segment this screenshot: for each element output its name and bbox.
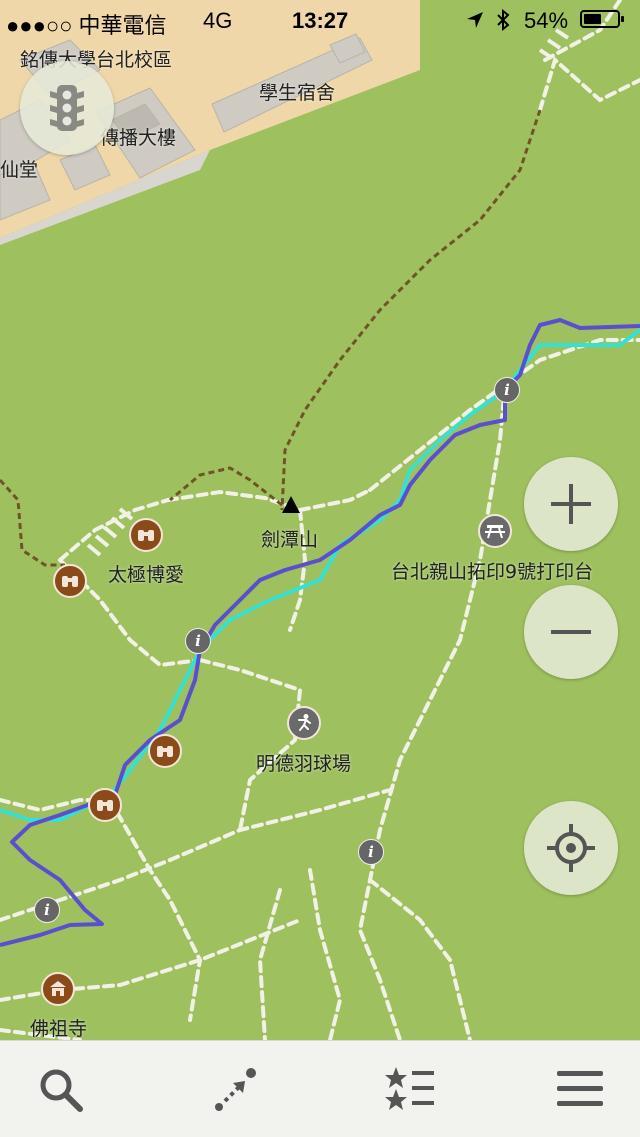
- label-badminton: 明德羽球場: [256, 753, 352, 775]
- time-label: 13:27: [292, 8, 349, 33]
- info-icon[interactable]: i: [185, 628, 211, 654]
- binoculars-icon[interactable]: [53, 564, 87, 598]
- picnic-table-icon[interactable]: [478, 514, 512, 548]
- battery-percent: 54%: [524, 8, 569, 33]
- zoom-in-button[interactable]: [524, 457, 618, 551]
- crosshair-icon: [547, 824, 595, 872]
- label-xiantang: 仙堂: [0, 159, 39, 181]
- sport-icon[interactable]: [287, 706, 321, 740]
- binoculars-icon[interactable]: [148, 734, 182, 768]
- label-temple: 佛祖寺: [30, 1018, 88, 1040]
- label-peak: 劍潭山: [261, 529, 319, 551]
- label-broadcast: 傳播大樓: [100, 127, 177, 149]
- locate-button[interactable]: [524, 801, 618, 895]
- battery-icon: [580, 10, 624, 28]
- search-icon: [40, 1069, 83, 1112]
- label-taiji: 太極博愛: [108, 564, 185, 586]
- traffic-light-icon: [50, 85, 84, 131]
- info-icon[interactable]: i: [358, 839, 384, 865]
- label-stamp: 台北親山拓印9號打印台: [391, 561, 594, 583]
- minus-icon: [551, 630, 591, 634]
- plus-icon: [551, 484, 591, 524]
- bottom-toolbar: [0, 1040, 640, 1137]
- binoculars-icon[interactable]: [129, 518, 163, 552]
- bluetooth-icon: [497, 9, 510, 31]
- search-button[interactable]: [30, 1059, 90, 1119]
- route-icon: [215, 1068, 256, 1111]
- info-icon[interactable]: i: [34, 897, 60, 923]
- traffic-button[interactable]: [20, 61, 114, 155]
- temple-icon[interactable]: [41, 972, 75, 1006]
- route-button[interactable]: [205, 1059, 265, 1119]
- menu-icon: [557, 1071, 603, 1106]
- menu-button[interactable]: [550, 1059, 610, 1119]
- location-arrow-icon: [467, 12, 483, 28]
- network-label: 4G: [203, 8, 233, 33]
- zoom-out-button[interactable]: [524, 585, 618, 679]
- label-dorm: 學生宿舍: [259, 82, 336, 104]
- status-bar: ●●●○○ 中華電信 4G 13:27 54%: [0, 0, 640, 40]
- binoculars-icon[interactable]: [88, 788, 122, 822]
- bookmarks-list-icon: [385, 1067, 434, 1110]
- carrier-label: ●●●○○ 中華電信: [6, 13, 167, 38]
- info-icon[interactable]: i: [494, 377, 520, 403]
- bookmarks-button[interactable]: [380, 1059, 440, 1119]
